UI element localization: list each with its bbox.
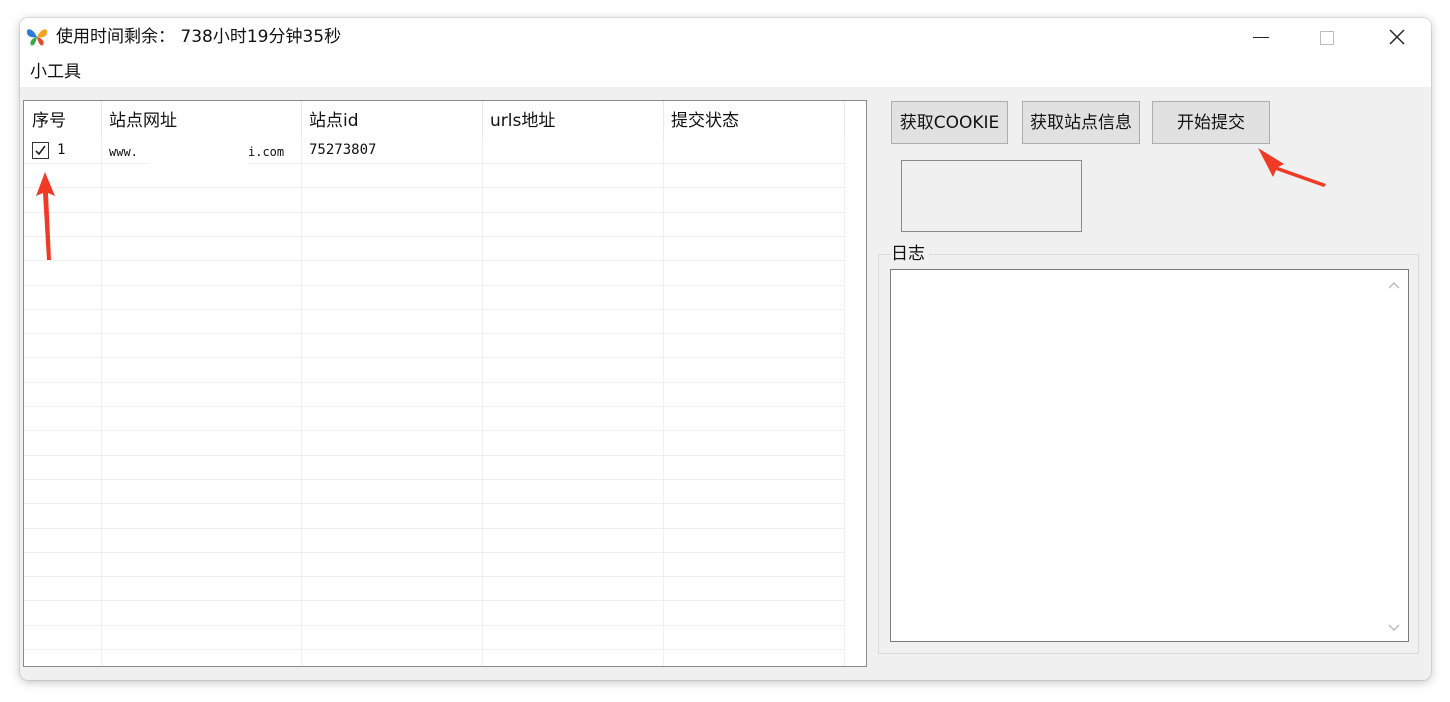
annotation-arrow-pointer	[1258, 148, 1326, 187]
annotation-overlay	[36, 148, 1326, 260]
annotation-arrow-up	[36, 172, 55, 260]
